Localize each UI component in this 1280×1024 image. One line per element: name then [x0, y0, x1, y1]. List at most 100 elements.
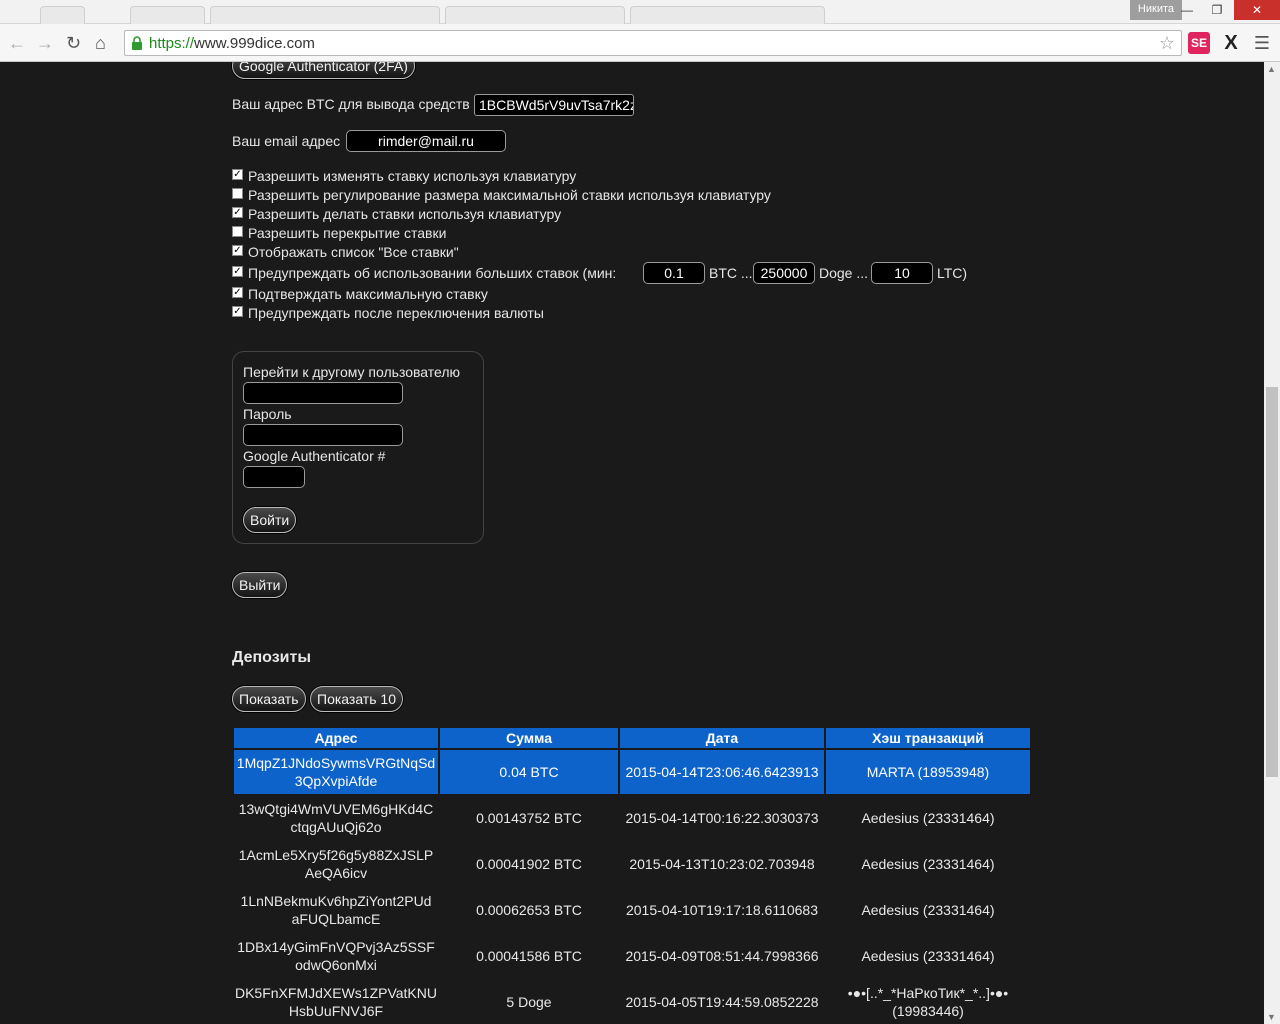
- forward-icon[interactable]: →: [36, 33, 54, 53]
- checkbox-label: Предупреждать после переключения валюты: [248, 305, 544, 321]
- table-row[interactable]: 1AcmLe5Xry5f26g5y88ZxJSLP AeQA6icv 0.0004…: [234, 842, 1030, 886]
- address-part: aFUQLbamcE: [291, 911, 381, 927]
- ga-code-input[interactable]: [243, 466, 305, 488]
- address-bar[interactable]: https://www.999dice.com ☆: [124, 30, 1182, 56]
- reload-icon[interactable]: ↻: [66, 33, 81, 53]
- cell-hash[interactable]: Aedesius (23331464): [826, 796, 1030, 840]
- browser-tab[interactable]: [445, 6, 625, 24]
- page-scrollbar[interactable]: ▲ ▼: [1264, 62, 1280, 1024]
- deposits-table: Адрес Сумма Дата Хэш транзакций 1MqpZ1JN…: [232, 726, 1032, 1024]
- warn-btc-input[interactable]: 0.1: [643, 262, 705, 284]
- back-icon[interactable]: ←: [8, 33, 26, 53]
- cell-amount: 0.00062653 BTC: [476, 902, 582, 918]
- cell-hash[interactable]: Aedesius (23331464): [826, 934, 1030, 978]
- warn-doge-input[interactable]: 250000: [753, 262, 815, 284]
- cell-date: 2015-04-05T19:44:59.0852228: [625, 994, 819, 1010]
- checkbox-label: Предупреждать об использовании больших с…: [248, 265, 617, 281]
- checkbox-label: Подтверждать максимальную ставку: [248, 286, 488, 302]
- browser-tab[interactable]: [130, 6, 205, 24]
- col-hash: Хэш транзакций: [826, 728, 1030, 748]
- switch-user-panel: Перейти к другому пользователю Пароль Go…: [232, 351, 484, 544]
- address-part: 1DBx14yGimFnVQPvj3Az5SSF: [237, 939, 435, 955]
- hash-link[interactable]: Aedesius (23331464): [861, 948, 994, 964]
- email-input[interactable]: rimder@mail.ru: [346, 130, 506, 152]
- hash-link[interactable]: •●•[..*_*НаРкоТик*_*..]•●•: [848, 985, 1008, 1001]
- table-row[interactable]: 13wQtgi4WmVUVEM6gHKd4C ctqgAUuQj62o 0.001…: [234, 796, 1030, 840]
- checkbox-label: Разрешить изменять ставку используя клав…: [248, 168, 577, 184]
- cell-hash[interactable]: MARTA (18953948): [826, 750, 1030, 794]
- home-icon[interactable]: ⌂: [95, 33, 106, 53]
- hash-link[interactable]: Aedesius (23331464): [861, 902, 994, 918]
- cell-address: 1DBx14yGimFnVQPvj3Az5SSF odwQ6onMxi: [234, 934, 438, 978]
- cell-address: DK5FnXFMJdXEWs1ZPVatKNU HsbUuFNVJ6F: [234, 980, 438, 1024]
- url-protocol: https://: [149, 35, 195, 52]
- cell-amount: 0.00143752 BTC: [476, 810, 582, 826]
- hash-link-id[interactable]: (19983446): [892, 1003, 964, 1019]
- hash-link[interactable]: Aedesius (23331464): [861, 856, 994, 872]
- cell-address: 1LnNBekmuKv6hpZiYont2PUd aFUQLbamcE: [234, 888, 438, 932]
- url-text: https://www.999dice.com: [149, 35, 315, 52]
- checkbox-all-bets[interactable]: ✓: [232, 245, 243, 256]
- cell-hash[interactable]: Aedesius (23331464): [826, 888, 1030, 932]
- address-part: 1LnNBekmuKv6hpZiYont2PUd: [240, 893, 432, 909]
- scroll-down-icon[interactable]: ▼: [1267, 1012, 1276, 1022]
- deposits-title: Депозиты: [232, 649, 312, 666]
- checkbox-confirm-max[interactable]: ✓: [232, 287, 243, 298]
- menu-icon[interactable]: ☰: [1251, 32, 1273, 54]
- address-part: 1AcmLe5Xry5f26g5y88ZxJSLP: [238, 847, 434, 863]
- maximize-button[interactable]: ❐: [1202, 0, 1232, 20]
- table-row[interactable]: 1LnNBekmuKv6hpZiYont2PUd aFUQLbamcE 0.000…: [234, 888, 1030, 932]
- login-button[interactable]: Войти: [243, 507, 297, 533]
- scrollbar-thumb[interactable]: [1266, 387, 1278, 777]
- browser-tab[interactable]: [210, 6, 440, 24]
- extension-x-icon[interactable]: X: [1220, 32, 1242, 54]
- checkbox-warn-big[interactable]: ✓: [232, 266, 243, 277]
- table-row[interactable]: 1DBx14yGimFnVQPvj3Az5SSF odwQ6onMxi 0.000…: [234, 934, 1030, 978]
- minimize-button[interactable]: —: [1172, 0, 1202, 20]
- table-row[interactable]: 1MqpZ1JNdoSywmsVRGtNqSd 3QpXvpiAfde 0.04 …: [234, 750, 1030, 794]
- table-header: Адрес Сумма Дата Хэш транзакций: [234, 728, 1030, 748]
- cell-address: 1AcmLe5Xry5f26g5y88ZxJSLP AeQA6icv: [234, 842, 438, 886]
- show10-button[interactable]: Показать 10: [310, 686, 403, 712]
- btc-address-label: Ваш адрес BTC для вывода средств: [232, 96, 470, 112]
- checkbox-keyboard-bet[interactable]: ✓: [232, 169, 243, 180]
- col-amount: Сумма: [440, 728, 618, 748]
- address-part: 13wQtgi4WmVUVEM6gHKd4C: [238, 801, 434, 817]
- cell-address: 1MqpZ1JNdoSywmsVRGtNqSd 3QpXvpiAfde: [234, 750, 438, 794]
- hash-link[interactable]: MARTA (18953948): [867, 764, 989, 780]
- switch-user-input[interactable]: [243, 382, 403, 404]
- checkbox-keyboard-maxbet[interactable]: [232, 188, 243, 199]
- address-part: 1MqpZ1JNdoSywmsVRGtNqSd: [236, 755, 436, 771]
- page-content: Google Authenticator (2FA) Ваш адрес BTC…: [0, 62, 1264, 1024]
- password-label: Пароль: [243, 406, 292, 422]
- cell-amount: 5 Doge: [506, 994, 552, 1010]
- warn-ltc-input[interactable]: 10: [871, 262, 933, 284]
- cell-hash[interactable]: •●•[..*_*НаРкоТик*_*..]•●• (19983446): [826, 980, 1030, 1024]
- checkbox-label: Разрешить перекрытие ставки: [248, 225, 447, 241]
- checkbox-keyboard-place[interactable]: ✓: [232, 207, 243, 218]
- cell-amount: 0.00041902 BTC: [476, 856, 582, 872]
- cell-hash[interactable]: Aedesius (23331464): [826, 842, 1030, 886]
- browser-tab[interactable]: [40, 6, 85, 24]
- ga-label: Google Authenticator #: [243, 448, 386, 464]
- lock-icon: [132, 36, 142, 50]
- address-part: 3QpXvpiAfde: [294, 773, 378, 789]
- bookmark-star-icon[interactable]: ☆: [1159, 33, 1175, 54]
- warn-doge-unit: Doge ...: [819, 265, 869, 281]
- checkbox-warn-currency[interactable]: ✓: [232, 306, 243, 317]
- extension-se-icon[interactable]: SE: [1188, 32, 1210, 54]
- address-part: DK5FnXFMJdXEWs1ZPVatKNU: [234, 985, 437, 1001]
- browser-tab[interactable]: [630, 6, 825, 24]
- checkbox-label: Отображать список "Все ставки": [248, 244, 459, 260]
- checkbox-label: Разрешить делать ставки используя клавиа…: [248, 206, 562, 222]
- logout-button[interactable]: Выйти: [232, 572, 288, 598]
- checkbox-overlap[interactable]: [232, 226, 243, 237]
- twofa-button[interactable]: Google Authenticator (2FA): [232, 62, 415, 79]
- scroll-up-icon[interactable]: ▲: [1267, 64, 1276, 74]
- table-row[interactable]: DK5FnXFMJdXEWs1ZPVatKNU HsbUuFNVJ6F 5 Dog…: [234, 980, 1030, 1024]
- password-input[interactable]: [243, 424, 403, 446]
- show-button[interactable]: Показать: [232, 686, 306, 712]
- btc-address-input[interactable]: 1BCBWd5rV9uvTsa7rk2z: [474, 94, 634, 116]
- hash-link[interactable]: Aedesius (23331464): [861, 810, 994, 826]
- close-button[interactable]: ✕: [1234, 0, 1280, 20]
